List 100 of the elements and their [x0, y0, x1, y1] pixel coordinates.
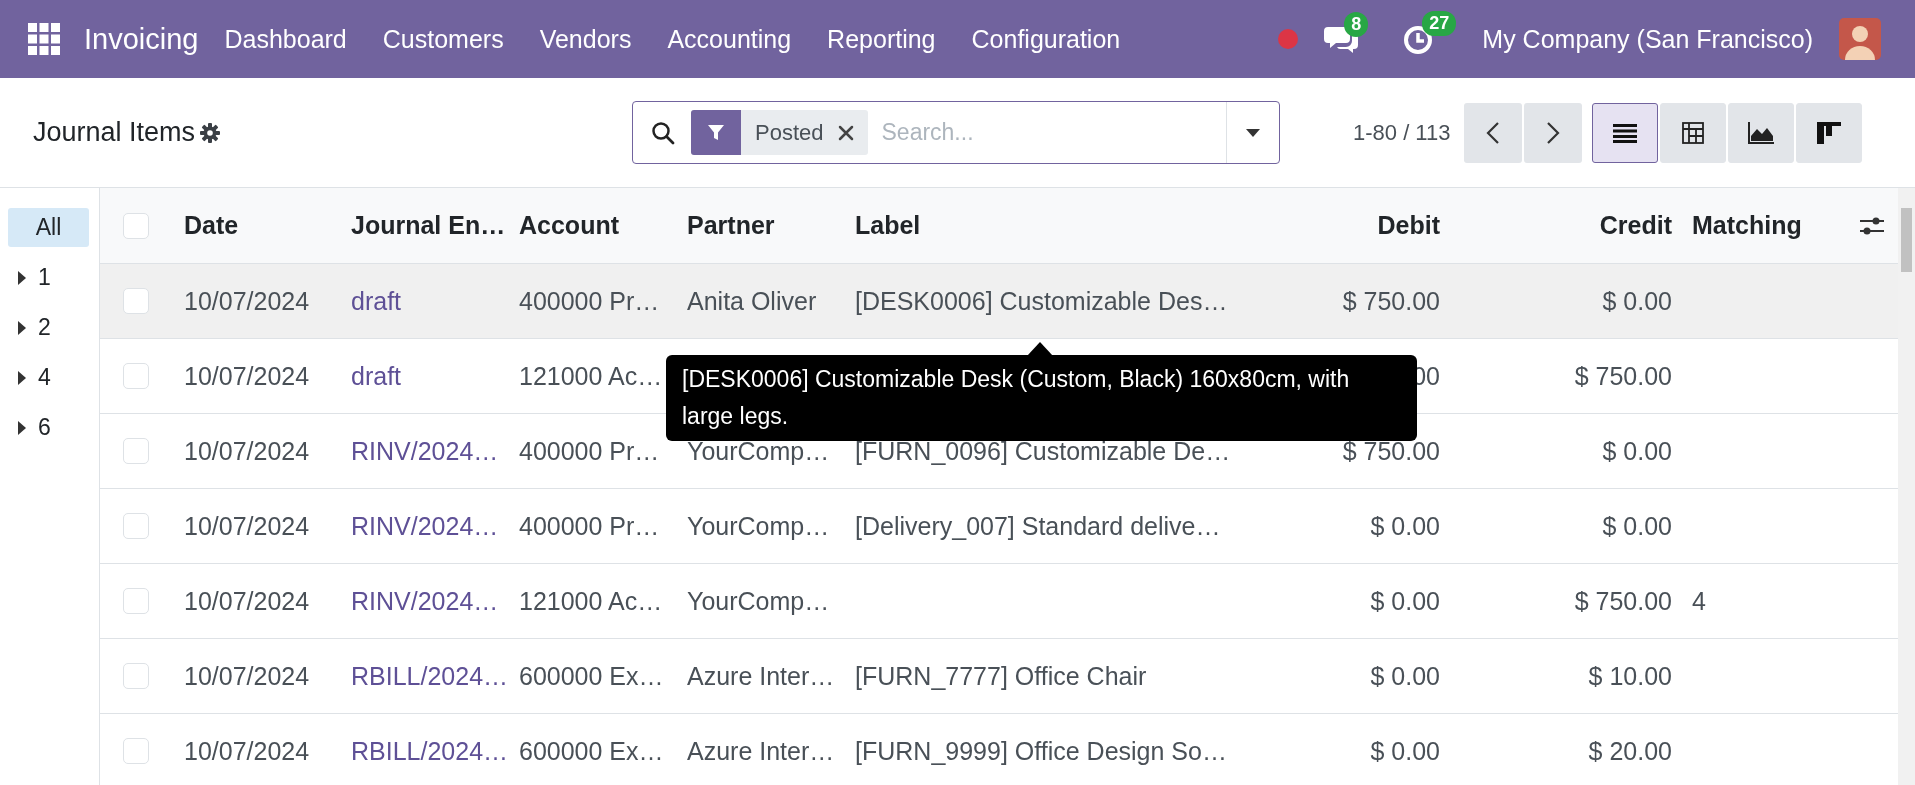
avatar[interactable]	[1839, 18, 1881, 60]
message-count-badge: 8	[1344, 12, 1369, 37]
journal-entry-cell[interactable]: RBILL/2024…	[351, 661, 509, 690]
journal-entry-cell[interactable]: RINV/2024…	[351, 436, 499, 465]
credit-cell: $ 0.00	[1602, 436, 1672, 465]
column-header[interactable]: Matching	[1692, 211, 1802, 239]
credit-cell: $ 0.00	[1602, 511, 1672, 540]
journal-entry-cell[interactable]: RBILL/2024…	[351, 736, 509, 765]
app-title[interactable]: Invoicing	[84, 22, 199, 56]
row-checkbox[interactable]	[123, 438, 149, 464]
table-icon	[1682, 121, 1705, 144]
filter-facet: Posted	[754, 119, 825, 146]
debit-cell: $ 0.00	[1370, 736, 1440, 765]
partner-cell: YourComp…	[687, 586, 830, 615]
caret-icon[interactable]	[18, 270, 26, 285]
list-view-button[interactable]	[1592, 102, 1659, 163]
sidebar-item[interactable]: All	[8, 208, 89, 247]
debit-cell: $ 0.00	[1370, 661, 1440, 690]
credit-cell: $ 750.00	[1574, 361, 1672, 390]
status-dot-icon[interactable]	[1278, 29, 1299, 49]
menu-item[interactable]: Configuration	[971, 24, 1121, 54]
caret-icon[interactable]	[18, 320, 26, 335]
kanban-view-button[interactable]	[1796, 102, 1863, 163]
account-cell: 121000 Ac…	[519, 586, 663, 615]
column-header[interactable]: Debit	[1377, 211, 1440, 239]
apps-menu-icon[interactable]	[28, 23, 60, 55]
date-cell: 10/07/2024	[184, 361, 310, 390]
partner-cell: Azure Inter…	[687, 661, 835, 690]
journal-entry-cell[interactable]: draft	[351, 361, 402, 390]
menu-item[interactable]: Dashboard	[224, 24, 347, 54]
menu-item[interactable]: Customers	[382, 24, 504, 54]
page-title: Journal Items	[33, 117, 196, 148]
credit-cell: $ 750.00	[1574, 586, 1672, 615]
row-checkbox[interactable]	[123, 663, 149, 689]
date-cell: 10/07/2024	[184, 586, 310, 615]
date-cell: 10/07/2024	[184, 511, 310, 540]
row-checkbox[interactable]	[123, 288, 149, 314]
account-cell: 400000 Pr…	[519, 511, 660, 540]
account-cell: 400000 Pr…	[519, 436, 660, 465]
account-cell: 600000 Ex…	[519, 736, 664, 765]
sidebar-item[interactable]: 2	[8, 308, 89, 347]
company-switcher[interactable]: My Company (San Francisco)	[1482, 24, 1813, 54]
sidebar-item[interactable]: 1	[8, 258, 89, 297]
journal-entry-cell[interactable]: RINV/2024…	[351, 511, 499, 540]
column-header[interactable]: Partner	[687, 211, 775, 239]
filter-icon	[691, 110, 741, 155]
column-header[interactable]: Account	[519, 211, 619, 239]
table-row[interactable]: 10/07/2024 RINV/2024… 400000 Pr… YourComp… [Delivery_007] Standard delive… $ 0.00 $ 0.00	[100, 489, 1898, 564]
sidebar-item[interactable]: 4	[8, 358, 89, 397]
scrollbar[interactable]	[1898, 188, 1915, 785]
column-header[interactable]: Journal En…	[351, 211, 506, 239]
close-icon[interactable]	[837, 124, 854, 141]
table-row[interactable]: 10/07/2024 draft 400000 Pr… Anita Oliver [DESK0006] Customizable Des… $ 750.00 $ 0.00	[100, 264, 1898, 339]
column-header[interactable]: Label	[855, 211, 921, 239]
label-cell: [FURN_7777] Office Chair	[855, 661, 1147, 690]
table-row[interactable]: 10/07/2024 RINV/2024… 121000 Ac… YourComp… $ 0.00 $ 750.00 4	[100, 564, 1898, 639]
date-cell: 10/07/2024	[184, 286, 310, 315]
debit-cell: $ 750.00	[1342, 286, 1440, 315]
row-checkbox[interactable]	[123, 588, 149, 614]
columns-icon	[1817, 121, 1842, 144]
account-cell: 121000 Ac…	[519, 361, 663, 390]
partner-cell: Anita Oliver	[687, 286, 817, 315]
partner-cell: Azure Inter…	[687, 736, 835, 765]
debit-cell: $ 0.00	[1370, 586, 1440, 615]
date-cell: 10/07/2024	[184, 736, 310, 765]
column-header[interactable]: Date	[184, 211, 239, 239]
menu-item[interactable]: Reporting	[827, 24, 936, 54]
pivot-view-button[interactable]	[1660, 102, 1727, 163]
menu-item[interactable]: Vendors	[539, 24, 632, 54]
row-checkbox[interactable]	[123, 738, 149, 764]
date-cell: 10/07/2024	[184, 661, 310, 690]
menu-item[interactable]: Accounting	[667, 24, 792, 54]
label-cell: [Delivery_007] Standard delive…	[855, 511, 1221, 540]
label-cell: [FURN_9999] Office Design So…	[855, 736, 1227, 765]
date-cell: 10/07/2024	[184, 436, 310, 465]
row-checkbox[interactable]	[123, 513, 149, 539]
column-header[interactable]: Credit	[1599, 211, 1672, 239]
caret-icon[interactable]	[1246, 127, 1260, 138]
select-all-checkbox[interactable]	[123, 212, 149, 239]
graph-view-button[interactable]	[1728, 102, 1795, 163]
journal-entry-cell[interactable]: draft	[351, 286, 402, 315]
credit-cell: $ 10.00	[1588, 661, 1672, 690]
sidebar-item[interactable]: 6	[8, 408, 89, 447]
account-cell: 400000 Pr…	[519, 286, 660, 315]
credit-cell: $ 20.00	[1588, 736, 1672, 765]
chevron-left-icon	[1486, 120, 1501, 145]
partner-cell: YourComp…	[687, 511, 830, 540]
chevron-right-icon	[1546, 120, 1561, 145]
caret-icon[interactable]	[18, 420, 26, 435]
credit-cell: $ 0.00	[1602, 286, 1672, 315]
row-checkbox[interactable]	[123, 363, 149, 389]
area-chart-icon	[1748, 121, 1775, 144]
pointer-icon	[1027, 342, 1053, 356]
table-row[interactable]: 10/07/2024 RBILL/2024… 600000 Ex… Azure Inter… [FURN_7777] Office Chair $ 0.00 $ 10.00	[100, 639, 1898, 714]
pager-value[interactable]: 1-80 / 113	[1353, 119, 1451, 146]
table-row[interactable]: 10/07/2024 RBILL/2024… 600000 Ex… Azure Inter… [FURN_9999] Office Design So… $ 0.00 $ 20.00	[100, 714, 1898, 785]
debit-cell: $ 0.00	[1370, 511, 1440, 540]
search-field[interactable]: Posted Search...	[632, 101, 1280, 164]
caret-icon[interactable]	[18, 370, 26, 385]
journal-entry-cell[interactable]: RINV/2024…	[351, 586, 499, 615]
